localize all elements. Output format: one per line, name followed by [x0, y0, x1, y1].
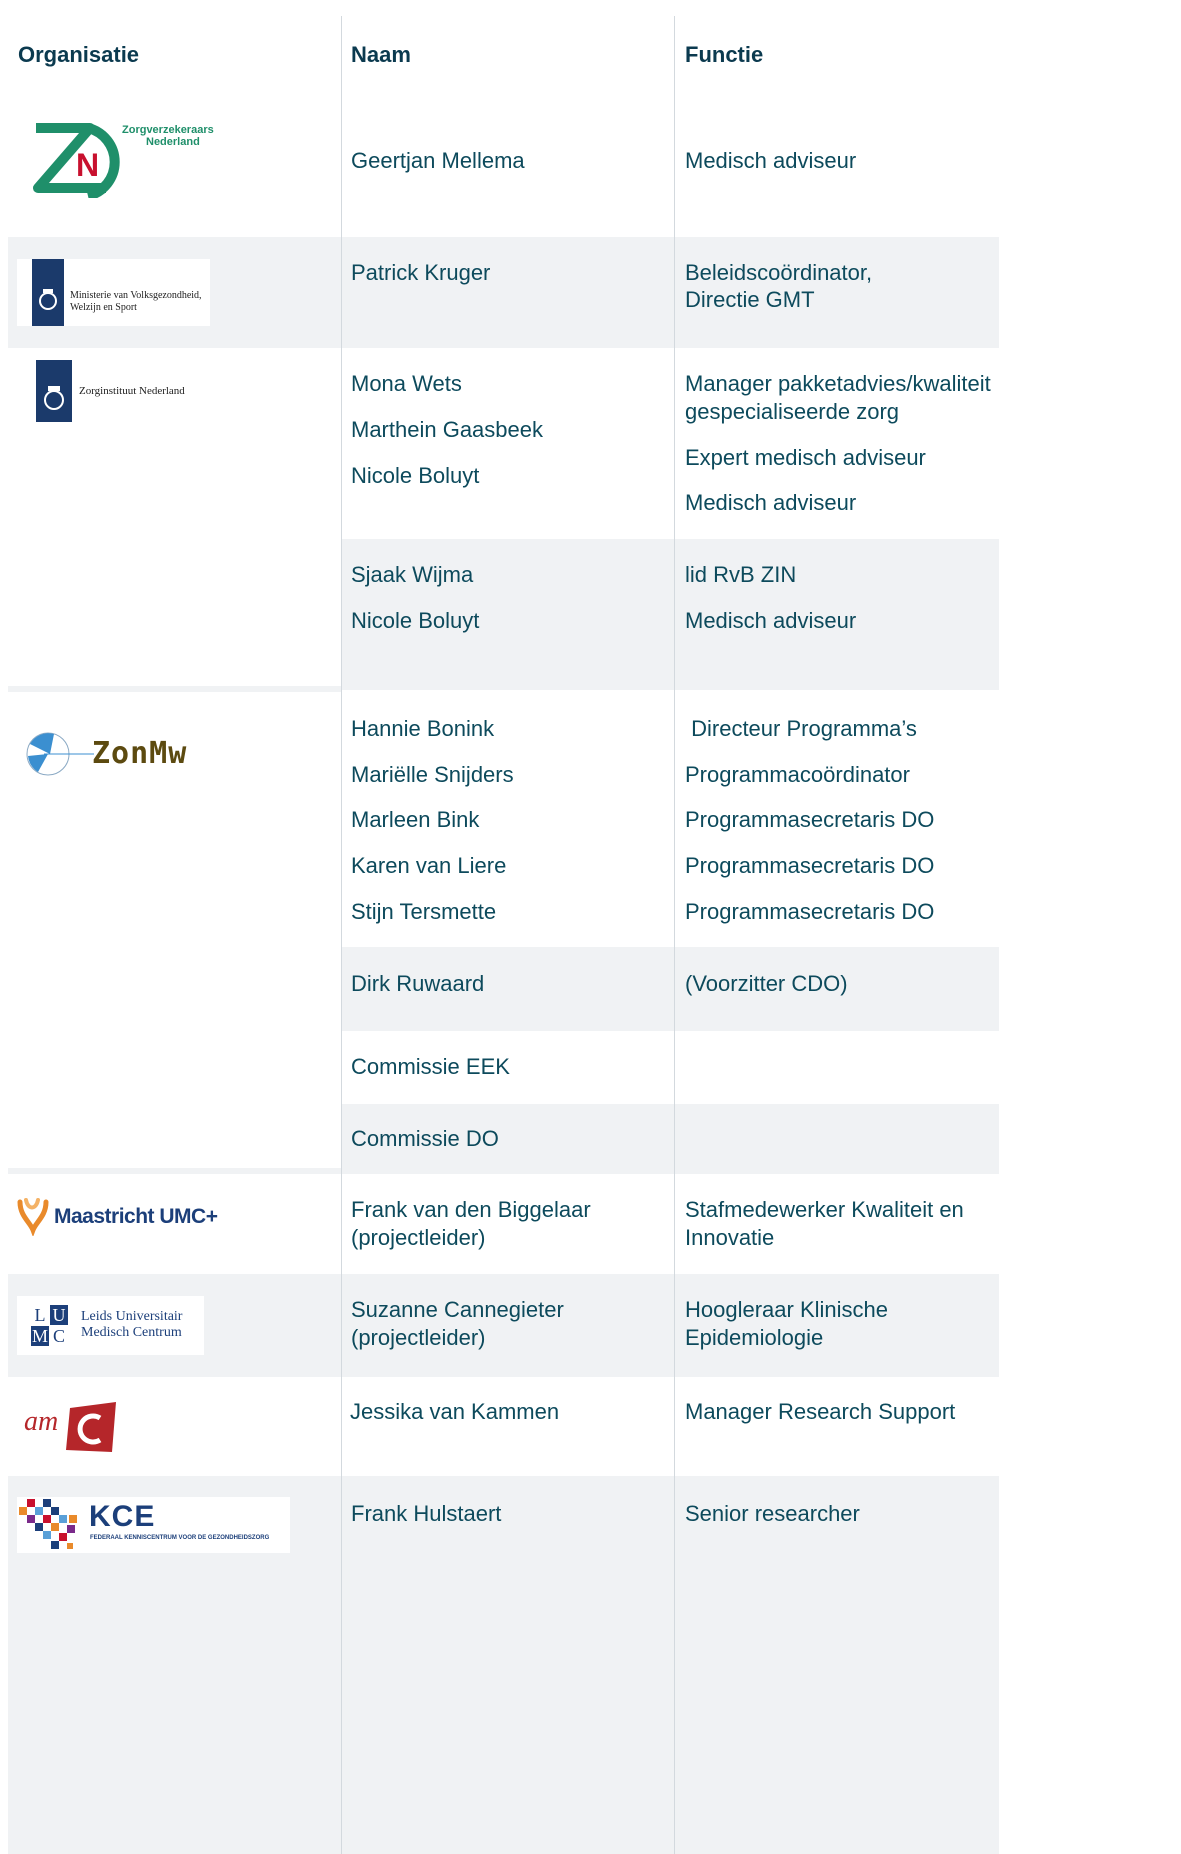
zn-logo-line1: Zorgverzekeraars: [122, 124, 214, 136]
name-cell: Commissie EEK: [351, 1054, 510, 1079]
zin-logo: Zorginstituut Nederland: [36, 360, 206, 422]
name-cell: Commissie DO: [351, 1126, 499, 1151]
globe-icon: [26, 732, 94, 776]
amc-logo-text: am: [24, 1406, 59, 1437]
vws-logo-line2: Welzijn en Sport: [70, 302, 137, 313]
function-cell: Innovatie: [685, 1225, 775, 1250]
zn-logo-icon: N: [33, 123, 120, 198]
function-cell: (Voorzitter CDO): [685, 971, 848, 996]
zn-logo: N Zorgverzekeraars Nederland: [28, 118, 214, 198]
lumc-logo-line1: Leids Universitair: [81, 1309, 183, 1324]
kce-logo: KCE FEDERAAL KENNISCENTRUM VOOR DE GEZON…: [17, 1497, 290, 1553]
name-cell: Jessika van Kammen: [350, 1399, 560, 1424]
function-cell: lid RvB ZIN: [685, 562, 797, 587]
column-divider-1: [341, 16, 342, 1854]
lumc-letter-m: M: [31, 1326, 49, 1346]
rijksoverheid-crest: [32, 259, 64, 326]
zn-logo-line2: Nederland: [146, 136, 200, 148]
name-cell: Nicole Boluyt: [351, 463, 480, 488]
lumc-logo-line2: Medisch Centrum: [81, 1325, 182, 1340]
name-cell: Patrick Kruger: [351, 260, 491, 285]
function-cell: Manager Research Support: [685, 1399, 956, 1424]
name-cell: Marleen Bink: [351, 807, 480, 832]
column-divider-2: [674, 16, 675, 1854]
vws-logo-line1: Ministerie van Volksgezondheid,: [70, 290, 202, 301]
vws-logo: Ministerie van Volksgezondheid, Welzijn …: [17, 259, 210, 326]
function-cell: Medisch adviseur: [685, 608, 857, 633]
kce-logo-subtext: FEDERAAL KENNISCENTRUM VOOR DE GEZONDHEI…: [90, 1535, 270, 1541]
lumc-logo: L U M C Leids Universitair Medisch Centr…: [17, 1296, 204, 1355]
zonmw-logo-text: ZonMw: [92, 736, 188, 771]
header-organisatie: Organisatie: [18, 42, 140, 67]
header-functie: Functie: [685, 42, 764, 67]
row-band-zin2-left: [8, 686, 341, 692]
name-cell: Karen van Liere: [351, 853, 507, 878]
mumc-logo-text: Maastricht UMC+: [54, 1205, 218, 1228]
name-cell: Hannie Bonink: [351, 716, 495, 741]
lumc-letter-l: L: [34, 1305, 46, 1325]
name-cell: Frank Hulstaert: [351, 1501, 502, 1526]
function-cell: Programmasecretaris DO: [685, 899, 935, 924]
function-cell: Expert medisch adviseur: [685, 445, 926, 470]
function-cell: Programmasecretaris DO: [685, 853, 935, 878]
zonmw-logo: ZonMw: [24, 730, 204, 778]
mumc-logo: Maastricht UMC+: [16, 1196, 226, 1236]
name-cell: Nicole Boluyt: [351, 608, 480, 633]
amc-logo: am: [24, 1400, 124, 1456]
pixel-mosaic-icon: [19, 1499, 77, 1549]
function-cell: Directeur Programma’s: [685, 716, 917, 741]
row-band-zonmw4-left: [8, 1168, 341, 1174]
header-naam: Naam: [351, 42, 411, 67]
name-cell: Dirk Ruwaard: [351, 971, 485, 996]
name-cell: Stijn Tersmette: [351, 899, 497, 924]
rijksoverheid-crest: [36, 360, 72, 422]
name-cell: Geertjan Mellema: [351, 148, 525, 173]
function-cell: Senior researcher: [685, 1501, 860, 1526]
lumc-letter-c: C: [52, 1326, 65, 1346]
function-cell: Programmacoördinator: [685, 762, 910, 787]
svg-text:N: N: [76, 147, 99, 183]
name-cell: Mona Wets: [351, 371, 462, 396]
function-cell: Medisch adviseur: [685, 490, 857, 515]
name-cell: (projectleider): [351, 1325, 486, 1350]
name-cell: Sjaak Wijma: [351, 562, 474, 587]
heart-ribbon-icon: [17, 1198, 49, 1236]
name-cell: (projectleider): [351, 1225, 486, 1250]
function-cell: Directie GMT: [685, 287, 815, 312]
function-cell: Epidemiologie: [685, 1325, 824, 1350]
kce-logo-text: KCE: [89, 1500, 156, 1533]
zin-logo-text: Zorginstituut Nederland: [79, 385, 185, 397]
function-cell: gespecialiseerde zorg: [685, 399, 900, 424]
lumc-letter-u: U: [50, 1305, 68, 1325]
amc-c-mark: [66, 1402, 116, 1452]
name-cell: Mariëlle Snijders: [351, 762, 514, 787]
name-cell: Marthein Gaasbeek: [351, 417, 543, 442]
function-cell: Programmasecretaris DO: [685, 807, 935, 832]
function-cell: Medisch adviseur: [685, 148, 857, 173]
